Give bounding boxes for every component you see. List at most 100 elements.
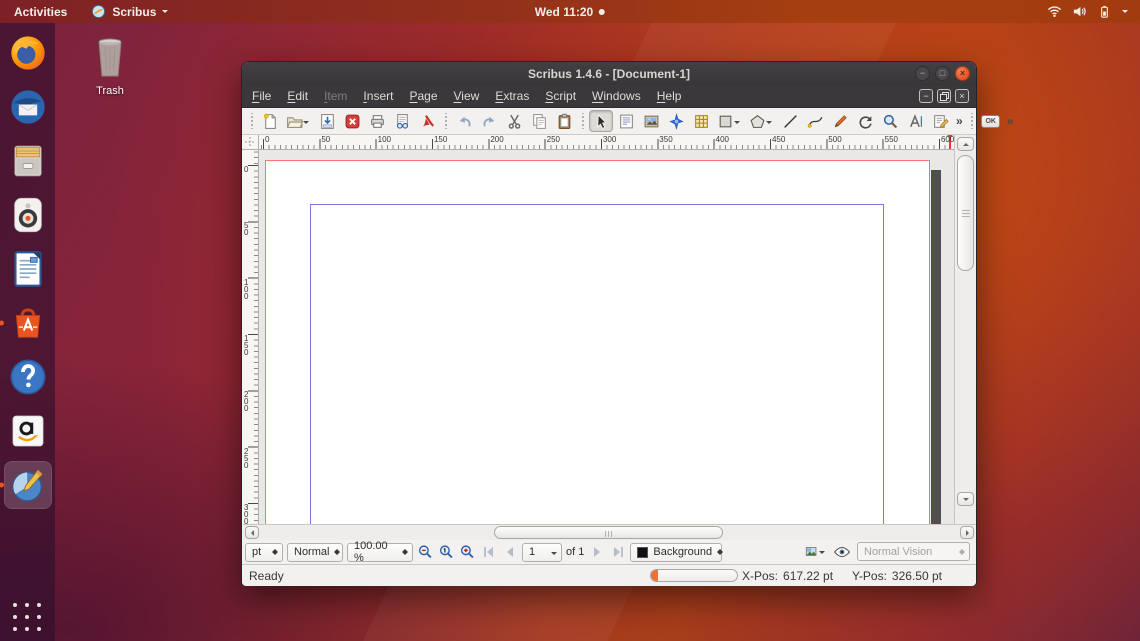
dock-item-ubuntu-software[interactable] [5,300,51,346]
insert-line-button[interactable] [778,110,802,132]
close-button[interactable]: × [955,66,970,81]
mdi-restore-button[interactable] [937,89,951,103]
layer-color-swatch [637,547,648,558]
horizontal-ruler[interactable]: 050100150200250300350400450500550600 [259,135,954,150]
scroll-down-button[interactable] [957,492,974,506]
insert-freehand-line-button[interactable] [828,110,852,132]
paste-button[interactable] [552,110,576,132]
zoom-out-button[interactable] [417,543,434,562]
dock-item-thunderbird[interactable] [5,84,51,130]
horizontal-scrollbar[interactable] [243,524,976,540]
scroll-right-button[interactable] [960,526,974,539]
preflight-verifier-button[interactable] [390,110,414,132]
preview-quality-select[interactable]: Normal [287,543,343,562]
select-item-button[interactable] [589,110,613,132]
edit-contents-button[interactable] [903,110,927,132]
previous-page-button[interactable] [501,543,518,562]
new-document-button[interactable] [258,110,282,132]
menu-file[interactable]: File [244,85,279,108]
print-button[interactable] [365,110,389,132]
pdf-toolbar-overflow-button[interactable]: » [1004,114,1017,128]
menu-view[interactable]: View [446,85,488,108]
undo-button[interactable] [452,110,476,132]
title-bar[interactable]: Scribus 1.4.6 - [Document-1] [242,62,976,85]
page-number-select[interactable]: 1 [522,543,562,562]
rotate-item-button[interactable] [853,110,877,132]
insert-text-frame-button[interactable] [614,110,638,132]
menu-page[interactable]: Page [401,85,445,108]
rhythmbox-icon [8,195,48,235]
trash-desktop-icon[interactable]: Trash [84,34,136,97]
save-document-button[interactable] [315,110,339,132]
maximize-button[interactable]: □ [935,66,950,81]
insert-bezier-curve-button[interactable] [803,110,827,132]
menu-bar-items: FileEditItemInsertPageViewExtrasScriptWi… [242,85,976,108]
menu-windows[interactable]: Windows [584,85,649,108]
mdi-minimize-button[interactable]: − [919,89,933,103]
color-vision-select[interactable]: Normal Vision [857,542,970,561]
toolbar-grip[interactable] [248,113,255,129]
show-applications-button[interactable] [13,603,43,633]
vertical-ruler[interactable]: 05 01 0 01 5 02 0 02 5 03 0 0 [242,150,259,524]
page-shadow [931,170,941,524]
toolbar-grip[interactable] [969,113,976,129]
save-as-pdf-button[interactable] [415,110,439,132]
toolbar-grip[interactable] [442,113,449,129]
menu-edit[interactable]: Edit [279,85,316,108]
dock-item-files[interactable] [5,138,51,184]
cut-button[interactable] [502,110,526,132]
zoom-default-button[interactable] [438,543,455,562]
zoom-in-button[interactable] [459,543,476,562]
thunderbird-icon [8,87,48,127]
zoom-level-spinbox[interactable]: 100.00 % [347,543,413,562]
copy-button[interactable] [527,110,551,132]
mdi-close-button[interactable]: × [955,89,969,103]
insert-image-frame-button[interactable] [639,110,663,132]
dock-item-libreoffice-writer[interactable] [5,246,51,292]
system-tray[interactable] [1047,0,1140,23]
layer-select[interactable]: Background [630,543,722,562]
dock-item-rhythmbox[interactable] [5,192,51,238]
first-page-button[interactable] [480,543,497,562]
zoom-tool-button[interactable] [878,110,902,132]
app-menu-button[interactable]: Scribus [81,0,178,23]
insert-polygon-button[interactable] [746,110,777,132]
last-page-button[interactable] [609,543,626,562]
next-page-button[interactable] [588,543,605,562]
pdf-push-button[interactable]: OK [979,110,1003,132]
ruler-origin-icon [244,136,256,148]
scroll-up-button[interactable] [957,137,974,151]
menu-help[interactable]: Help [649,85,690,108]
ruler-origin-box[interactable] [242,135,259,150]
insert-render-frame-button[interactable] [664,110,688,132]
toolbar-overflow-button[interactable]: » [953,114,966,128]
h-ruler-label: 500 [828,135,841,144]
battery-icon [1097,4,1112,19]
story-editor-button[interactable] [928,110,952,132]
preview-quality-button[interactable] [805,542,827,561]
vertical-scrollbar-thumb[interactable] [957,155,974,271]
dock-item-help[interactable] [5,354,51,400]
scroll-left-button[interactable] [245,526,259,539]
menu-script[interactable]: Script [537,85,584,108]
dock-item-scribus[interactable] [5,462,51,508]
menu-extras[interactable]: Extras [487,85,537,108]
close-document-button[interactable] [340,110,364,132]
redo-button[interactable] [477,110,501,132]
clock-button[interactable]: Wed 11:20 [535,0,605,23]
menu-insert[interactable]: Insert [355,85,401,108]
minimize-button[interactable]: − [915,66,930,81]
open-document-button[interactable] [283,110,314,132]
insert-table-button[interactable] [689,110,713,132]
insert-shape-button[interactable] [714,110,745,132]
shape-icon [717,113,734,130]
toolbar-grip[interactable] [579,113,586,129]
dock [0,23,55,641]
horizontal-scrollbar-thumb[interactable] [494,526,723,539]
unit-select[interactable]: pt [245,543,283,562]
vertical-scrollbar[interactable] [954,135,976,524]
dock-item-amazon[interactable] [5,408,51,454]
activities-button[interactable]: Activities [0,0,81,23]
dock-item-firefox[interactable] [5,30,51,76]
document-canvas[interactable] [259,150,954,524]
